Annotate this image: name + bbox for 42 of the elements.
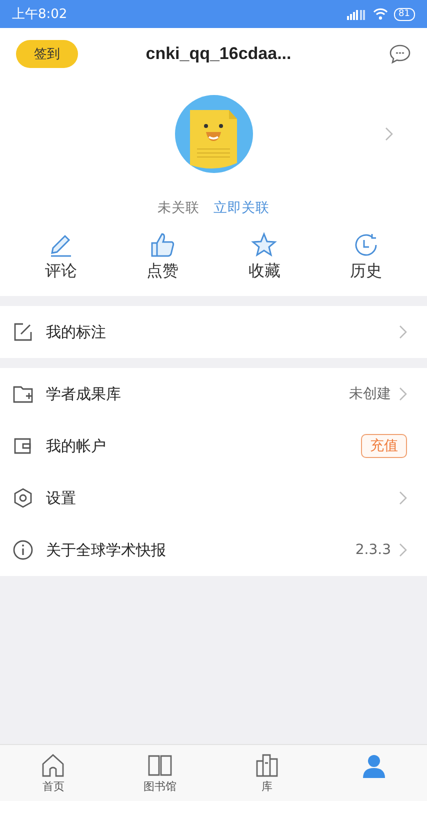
menu-item[interactable]: 设置 bbox=[0, 472, 427, 524]
tab[interactable]: 首页 bbox=[0, 745, 107, 801]
username: cnki_qq_16cdaa... bbox=[144, 44, 292, 64]
signal-icon bbox=[346, 8, 367, 20]
action-button[interactable]: 点赞 bbox=[146, 231, 179, 282]
link-status: 未关联 bbox=[158, 199, 200, 217]
chevron-icon bbox=[399, 543, 407, 557]
tab[interactable]: 图书馆 bbox=[106, 745, 214, 801]
wifi-icon bbox=[372, 8, 388, 20]
menu-item[interactable]: 学者成果库 未创建 bbox=[0, 368, 427, 420]
checkin-button[interactable]: 签到 bbox=[16, 40, 78, 68]
thumbs-up-icon bbox=[148, 231, 177, 259]
status-time: 上午8:02 bbox=[12, 6, 68, 23]
menu-label: 学者成果库 bbox=[46, 384, 122, 404]
action-button[interactable]: 收藏 bbox=[248, 231, 280, 282]
avatar-drawing[interactable] bbox=[174, 95, 252, 173]
action-button[interactable]: 历史 bbox=[350, 231, 382, 282]
battery-level: 81 bbox=[394, 8, 415, 20]
menu-label: 关于全球学术快报 bbox=[46, 540, 167, 560]
menu-item[interactable]: 关于全球学术快报 2.3.3 bbox=[0, 524, 427, 576]
home-icon bbox=[40, 752, 66, 776]
menu-value: 未创建 bbox=[349, 385, 391, 403]
menu-label: 设置 bbox=[46, 488, 77, 508]
info-icon bbox=[12, 539, 34, 561]
tab[interactable]: 库 bbox=[214, 745, 320, 801]
bookshelf-icon bbox=[254, 752, 280, 776]
message-icon[interactable] bbox=[389, 44, 411, 64]
star-icon bbox=[250, 231, 278, 259]
chevron-icon bbox=[399, 491, 407, 505]
menu-label: 我的标注 bbox=[46, 322, 107, 342]
chevron-icon[interactable] bbox=[385, 127, 393, 141]
chevron-icon bbox=[399, 325, 407, 339]
settings-icon bbox=[12, 487, 34, 509]
menu-item[interactable]: 我的帐户 充值 bbox=[0, 420, 427, 472]
book-icon bbox=[147, 752, 174, 776]
menu-item[interactable]: 我的标注 bbox=[0, 306, 427, 358]
person-icon bbox=[360, 754, 387, 778]
action-button[interactable]: 评论 bbox=[44, 231, 77, 282]
menu-value: 2.3.3 bbox=[355, 542, 391, 558]
edit-note-icon bbox=[12, 321, 34, 343]
menu-label: 我的帐户 bbox=[46, 436, 107, 456]
chevron-icon bbox=[399, 387, 407, 401]
